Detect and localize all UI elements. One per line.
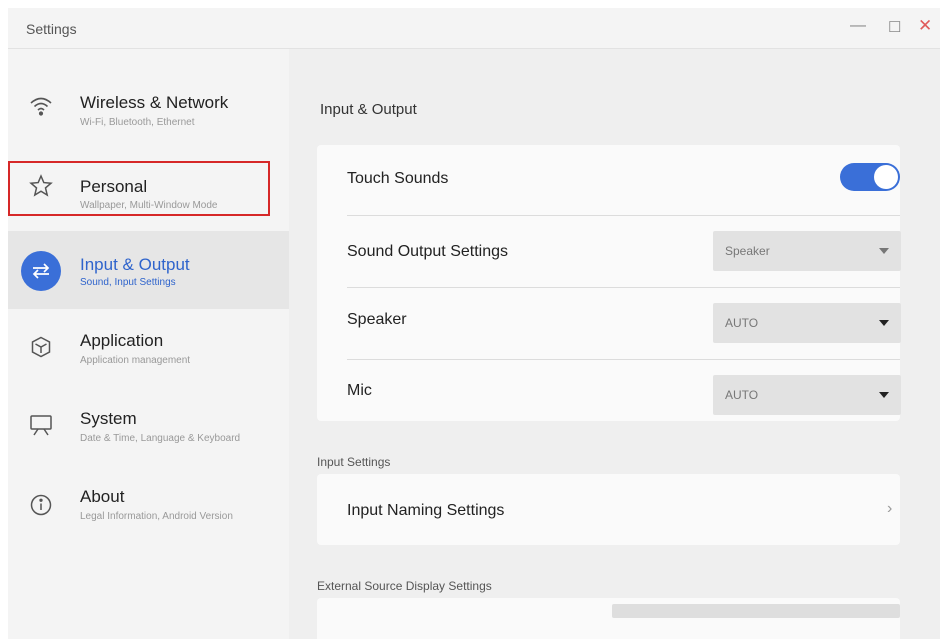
- sound-output-row: Sound Output Settings Speaker: [317, 216, 901, 288]
- sidebar-item-subtitle: Date & Time, Language & Keyboard: [80, 433, 241, 444]
- monitor-icon: [21, 405, 61, 445]
- touch-sounds-label: Touch Sounds: [347, 170, 449, 187]
- chevron-down-icon: [879, 248, 889, 254]
- sidebar-item-subtitle: Application management: [80, 355, 191, 366]
- sidebar-item-wireless-network[interactable]: Wireless & Network Wi-Fi, Bluetooth, Eth…: [8, 69, 289, 147]
- sidebar-item-title: About: [80, 487, 125, 506]
- sidebar-item-title: Wireless & Network: [80, 93, 229, 112]
- sidebar-item-subtitle: Sound, Input Settings: [80, 277, 176, 288]
- external-source-card: [317, 598, 900, 639]
- swap-arrows-icon: [21, 251, 61, 291]
- touch-sounds-row: Touch Sounds: [317, 145, 900, 217]
- sidebar-item-subtitle: Wi-Fi, Bluetooth, Ethernet: [80, 117, 195, 128]
- input-naming-card[interactable]: Input Naming Settings ›: [317, 474, 900, 545]
- settings-window: Settings — ☐ ✕ Wireless & Network Wi-Fi,…: [8, 8, 940, 639]
- sidebar-item-title: System: [80, 409, 137, 428]
- sidebar-item-subtitle: Wallpaper, Multi-Window Mode: [80, 200, 218, 211]
- speaker-row: Speaker AUTO: [317, 288, 901, 360]
- dropdown-value: Speaker: [725, 244, 770, 258]
- sidebar-item-title: Application: [80, 331, 164, 350]
- dropdown-value: AUTO: [725, 316, 759, 330]
- chevron-down-icon: [879, 392, 889, 398]
- dropdown-value: AUTO: [725, 388, 759, 402]
- sidebar-item-system[interactable]: System Date & Time, Language & Keyboard: [8, 387, 289, 465]
- external-source-section-label: External Source Display Settings: [317, 579, 492, 593]
- info-icon: [21, 485, 61, 525]
- speaker-label: Speaker: [347, 311, 407, 328]
- sound-output-dropdown[interactable]: Speaker: [713, 231, 901, 271]
- sidebar-item-about[interactable]: About Legal Information, Android Version: [8, 467, 289, 545]
- cube-icon: [21, 327, 61, 367]
- star-icon: [21, 166, 61, 206]
- toggle-knob: [874, 165, 898, 189]
- close-button[interactable]: ✕: [918, 16, 932, 36]
- sidebar-item-input-output[interactable]: Input & Output Sound, Input Settings: [8, 231, 289, 309]
- input-naming-label: Input Naming Settings: [347, 502, 505, 519]
- external-source-dropdown[interactable]: [612, 604, 900, 618]
- maximize-button[interactable]: ☐: [888, 18, 901, 36]
- mic-row: Mic AUTO: [317, 360, 901, 432]
- chevron-down-icon: [879, 320, 889, 326]
- speaker-dropdown[interactable]: AUTO: [713, 303, 901, 343]
- sidebar-item-subtitle: Legal Information, Android Version: [80, 511, 233, 522]
- touch-sounds-toggle[interactable]: [840, 163, 900, 191]
- chevron-right-icon: ›: [887, 500, 893, 517]
- main-content: Input & Output Touch Sounds Sound Output…: [289, 49, 940, 639]
- mic-dropdown[interactable]: AUTO: [713, 375, 901, 415]
- input-settings-section-label: Input Settings: [317, 455, 391, 469]
- window-title: Settings: [26, 21, 77, 37]
- sidebar-item-application[interactable]: Application Application management: [8, 309, 289, 387]
- sidebar-item-title: Input & Output: [80, 255, 190, 274]
- sound-output-label: Sound Output Settings: [347, 243, 508, 260]
- title-bar: Settings — ☐ ✕: [8, 8, 940, 49]
- minimize-button[interactable]: —: [850, 17, 866, 35]
- sidebar-item-personal[interactable]: Personal Wallpaper, Multi-Window Mode: [8, 147, 289, 225]
- sidebar: Wireless & Network Wi-Fi, Bluetooth, Eth…: [8, 49, 289, 639]
- wifi-icon: [21, 86, 61, 126]
- sound-settings-card: Touch Sounds Sound Output Settings Speak…: [317, 145, 901, 421]
- page-title: Input & Output: [320, 101, 417, 118]
- sidebar-item-title: Personal: [80, 177, 148, 196]
- mic-label: Mic: [347, 382, 372, 399]
